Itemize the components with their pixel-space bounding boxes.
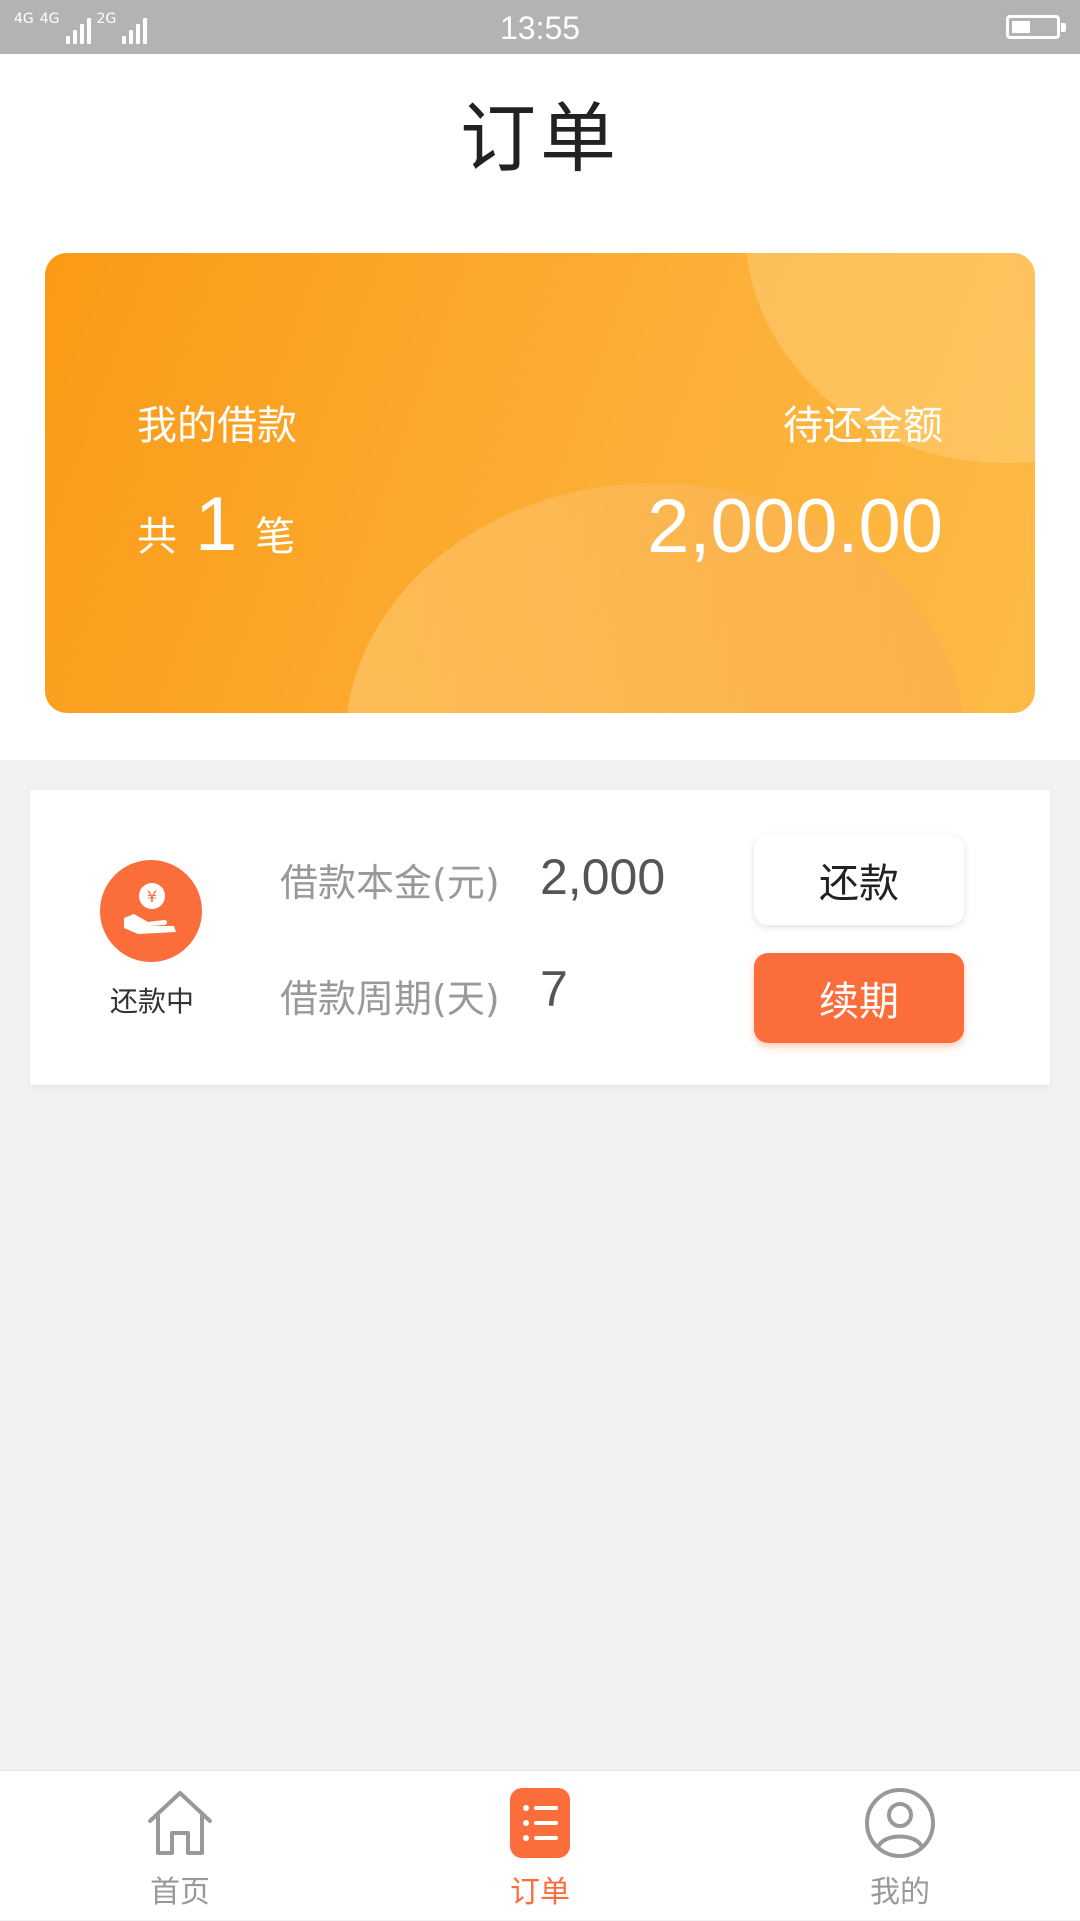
battery-icon bbox=[1006, 15, 1066, 39]
tab-label: 首页 bbox=[150, 1875, 210, 1910]
count-prefix: 共 bbox=[137, 514, 177, 560]
tab-orders[interactable]: 订单 bbox=[440, 1771, 640, 1921]
status-bar: 4G 4G 2G 13:55 bbox=[0, 0, 1080, 54]
count-number: 1 bbox=[195, 482, 238, 567]
user-icon bbox=[862, 1785, 938, 1861]
count-suffix: 笔 bbox=[255, 514, 296, 560]
pending-amount-label: 待还金额 bbox=[783, 403, 943, 449]
bottom-tab-bar: 首页 订单 我的 bbox=[0, 1770, 1080, 1920]
order-status: 还款中 bbox=[109, 985, 194, 1018]
renew-button[interactable]: 续期 bbox=[754, 953, 964, 1043]
page-title: 订单 bbox=[460, 94, 620, 183]
clock: 13:55 bbox=[499, 10, 581, 46]
header: 订单 我的借款 共 1 笔 待还金额 2,000.00 bbox=[0, 54, 1080, 760]
period-value: 7 bbox=[540, 961, 568, 1017]
loan-summary-card: 我的借款 共 1 笔 待还金额 2,000.00 bbox=[45, 253, 1035, 713]
order-card: ¥ 还款中 借款本金(元) 2,000 借款周期(天) 7 还款 续期 bbox=[30, 790, 1050, 1085]
repayment-hand-icon: ¥ bbox=[100, 860, 202, 962]
home-icon bbox=[142, 1785, 218, 1861]
repay-button[interactable]: 还款 bbox=[754, 835, 964, 925]
my-loans-label: 我的借款 bbox=[137, 403, 297, 449]
period-label: 借款周期(天) bbox=[280, 977, 500, 1021]
tab-label: 我的 bbox=[870, 1875, 930, 1910]
loan-count: 共 1 笔 bbox=[137, 481, 295, 568]
pending-amount: 2,000.00 bbox=[647, 484, 943, 569]
principal-label: 借款本金(元) bbox=[280, 861, 500, 905]
svg-text:¥: ¥ bbox=[147, 887, 157, 906]
tab-home[interactable]: 首页 bbox=[80, 1771, 280, 1921]
principal-value: 2,000 bbox=[540, 849, 666, 905]
tab-label: 订单 bbox=[510, 1875, 570, 1910]
tab-mine[interactable]: 我的 bbox=[800, 1771, 1000, 1921]
list-icon bbox=[502, 1785, 578, 1861]
